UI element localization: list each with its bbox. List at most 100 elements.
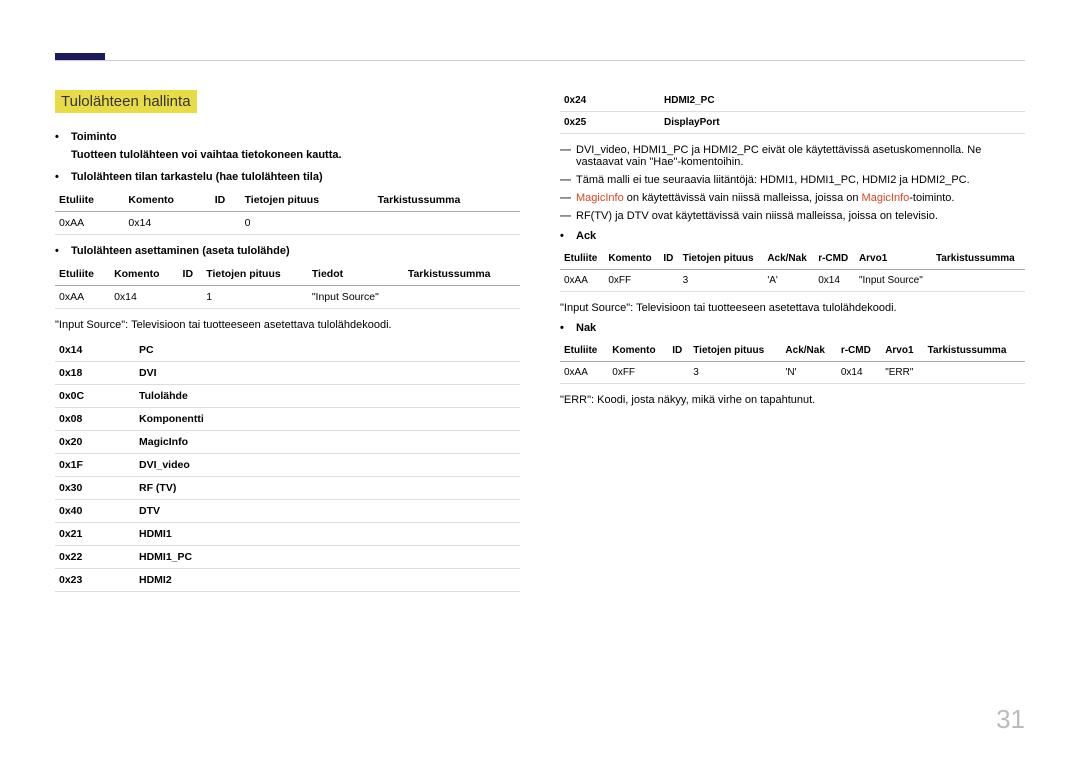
code-row: 0x20MagicInfo	[55, 431, 520, 454]
th: Tarkistussumma	[924, 340, 1025, 362]
dash-icon: ―	[560, 210, 576, 222]
td: "ERR"	[881, 362, 923, 384]
td	[179, 286, 203, 309]
status-table: Etuliite Komento ID Tietojen pituus Tark…	[55, 189, 520, 235]
ack-table: Etuliite Komento ID Tietojen pituus Ack/…	[560, 248, 1025, 292]
code-name: PC	[135, 339, 520, 362]
code-value: 0x08	[55, 408, 135, 431]
td: 0x14	[814, 270, 855, 292]
th: Ack/Nak	[763, 248, 814, 270]
td: 0	[241, 212, 374, 235]
th: ID	[668, 340, 689, 362]
code-row: 0x18DVI	[55, 362, 520, 385]
code-name: RF (TV)	[135, 477, 520, 500]
dash-note-2: Tämä malli ei tue seuraavia liitäntöjä: …	[576, 174, 1025, 186]
code-value: 0x0C	[55, 385, 135, 408]
td: 0x14	[124, 212, 210, 235]
page-number: 31	[996, 704, 1025, 735]
td: 0xAA	[55, 286, 110, 309]
code-name: HDMI2	[135, 569, 520, 592]
bullet-dot: •	[55, 245, 71, 257]
td: 0xFF	[604, 270, 659, 292]
th: Etuliite	[55, 189, 124, 212]
th: Komento	[608, 340, 668, 362]
td: 3	[689, 362, 781, 384]
code-value: 0x21	[55, 523, 135, 546]
th: r-CMD	[814, 248, 855, 270]
top-codes-table: 0x24HDMI2_PC0x25DisplayPort	[560, 90, 1025, 134]
th: Tarkistussumma	[932, 248, 1025, 270]
code-name: HDMI1	[135, 523, 520, 546]
code-row: 0x30RF (TV)	[55, 477, 520, 500]
th: Etuliite	[55, 263, 110, 286]
bullet-toiminto: Toiminto	[71, 131, 520, 143]
code-value: 0x30	[55, 477, 135, 500]
code-value: 0x14	[55, 339, 135, 362]
bullet-dot: •	[55, 171, 71, 183]
bullet-sub: Tuotteen tulolähteen voi vaihtaa tietoko…	[71, 149, 520, 161]
code-row: 0x21HDMI1	[55, 523, 520, 546]
th: Etuliite	[560, 248, 604, 270]
td: 3	[679, 270, 764, 292]
accent: MagicInfo	[576, 192, 624, 204]
top-rule	[55, 60, 1025, 61]
accent: MagicInfo	[862, 192, 910, 204]
dash-note-4: RF(TV) ja DTV ovat käytettävissä vain ni…	[576, 210, 1025, 222]
code-row: 0x24HDMI2_PC	[560, 90, 1025, 112]
code-value: 0x22	[55, 546, 135, 569]
code-row: 0x25DisplayPort	[560, 112, 1025, 134]
th: Arvo1	[881, 340, 923, 362]
code-name: Komponentti	[135, 408, 520, 431]
code-row: 0x23HDMI2	[55, 569, 520, 592]
nak-table: Etuliite Komento ID Tietojen pituus Ack/…	[560, 340, 1025, 384]
set-table: Etuliite Komento ID Tietojen pituus Tied…	[55, 263, 520, 309]
dash-note-1: DVI_video, HDMI1_PC ja HDMI2_PC eivät ol…	[576, 144, 1025, 168]
th: Ack/Nak	[781, 340, 836, 362]
code-name: HDMI2_PC	[660, 90, 1025, 112]
accent-bar	[55, 53, 105, 60]
code-name: HDMI1_PC	[135, 546, 520, 569]
code-row: 0x14PC	[55, 339, 520, 362]
th: Tarkistussumma	[404, 263, 520, 286]
code-row: 0x40DTV	[55, 500, 520, 523]
th: Tietojen pituus	[689, 340, 781, 362]
left-column: Tulolähteen hallinta • Toiminto Tuotteen…	[55, 90, 520, 602]
right-column: 0x24HDMI2_PC0x25DisplayPort ― DVI_video,…	[560, 90, 1025, 602]
bullet-dot: •	[560, 322, 576, 334]
code-name: DVI	[135, 362, 520, 385]
code-name: Tulolähde	[135, 385, 520, 408]
th: Komento	[124, 189, 210, 212]
bullet-set: Tulolähteen asettaminen (aseta tulolähde…	[71, 245, 520, 257]
td: 0xFF	[608, 362, 668, 384]
section-heading: Tulolähteen hallinta	[55, 90, 197, 113]
th: ID	[211, 189, 241, 212]
code-value: 0x25	[560, 112, 660, 134]
td	[659, 270, 678, 292]
input-source-note-2: "Input Source": Televisioon tai tuottees…	[560, 302, 1025, 314]
th: Tarkistussumma	[374, 189, 520, 212]
codes-table: 0x14PC0x18DVI0x0CTulolähde0x08Komponentt…	[55, 339, 520, 592]
code-name: DisplayPort	[660, 112, 1025, 134]
td: "Input Source"	[308, 286, 404, 309]
bullet-dot: •	[560, 230, 576, 242]
dash-icon: ―	[560, 174, 576, 186]
td: 0xAA	[560, 362, 608, 384]
code-row: 0x08Komponentti	[55, 408, 520, 431]
th: Komento	[110, 263, 178, 286]
code-value: 0x23	[55, 569, 135, 592]
th: Komento	[604, 248, 659, 270]
code-row: 0x1FDVI_video	[55, 454, 520, 477]
td	[668, 362, 689, 384]
nak-label: Nak	[576, 322, 1025, 334]
code-value: 0x20	[55, 431, 135, 454]
td: 0xAA	[560, 270, 604, 292]
code-row: 0x22HDMI1_PC	[55, 546, 520, 569]
code-value: 0x1F	[55, 454, 135, 477]
th: r-CMD	[837, 340, 881, 362]
txt: -toiminto.	[909, 192, 954, 204]
bullet-dot: •	[55, 131, 71, 143]
code-name: DVI_video	[135, 454, 520, 477]
th: Arvo1	[855, 248, 932, 270]
th: ID	[659, 248, 678, 270]
th: Tiedot	[308, 263, 404, 286]
